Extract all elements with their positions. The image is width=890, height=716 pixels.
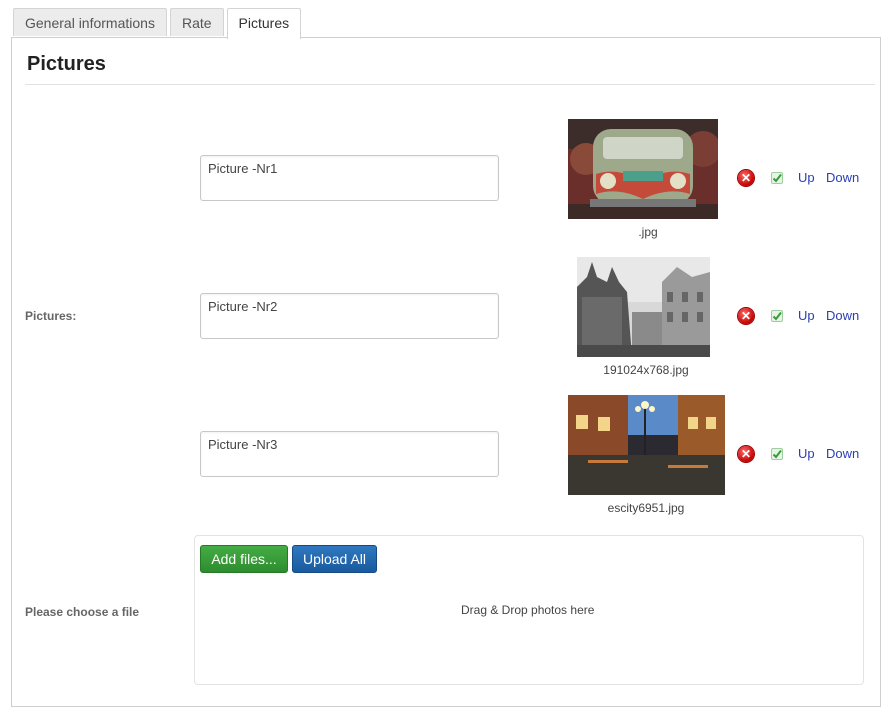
add-files-button[interactable]: Add files...: [200, 545, 288, 573]
check-icon[interactable]: [771, 448, 783, 460]
upload-all-button[interactable]: Upload All: [292, 545, 377, 573]
caption-field[interactable]: Picture -Nr1: [200, 155, 499, 201]
picture-thumbnail: [568, 395, 725, 495]
move-up-link[interactable]: Up: [798, 446, 815, 461]
drop-instructions: Drag & Drop photos here: [461, 603, 595, 617]
picture-thumbnail: [568, 119, 718, 219]
delete-icon[interactable]: ✕: [738, 170, 754, 186]
caption-field[interactable]: Picture -Nr2: [200, 293, 499, 339]
caption-field[interactable]: Picture -Nr3: [200, 431, 499, 477]
move-down-link[interactable]: Down: [826, 170, 859, 185]
picture-filename: 191024x768.jpg: [603, 363, 689, 377]
picture-row: Picture -Nr3 escity6951.jpg ✕ Up Down: [0, 0, 890, 515]
delete-icon[interactable]: ✕: [738, 446, 754, 462]
move-down-link[interactable]: Down: [826, 308, 859, 323]
tab-pictures[interactable]: Pictures: [226, 8, 302, 39]
pictures-label: Pictures:: [25, 309, 77, 323]
picture-thumbnail: [577, 257, 710, 357]
check-icon[interactable]: [771, 310, 783, 322]
choose-file-label: Please choose a file: [25, 605, 140, 619]
move-up-link[interactable]: Up: [798, 308, 815, 323]
picture-filename: escity6951.jpg: [607, 501, 685, 515]
picture-filename: .jpg: [638, 225, 658, 239]
move-up-link[interactable]: Up: [798, 170, 815, 185]
delete-icon[interactable]: ✕: [738, 308, 754, 324]
check-icon[interactable]: [771, 172, 783, 184]
move-down-link[interactable]: Down: [826, 446, 859, 461]
